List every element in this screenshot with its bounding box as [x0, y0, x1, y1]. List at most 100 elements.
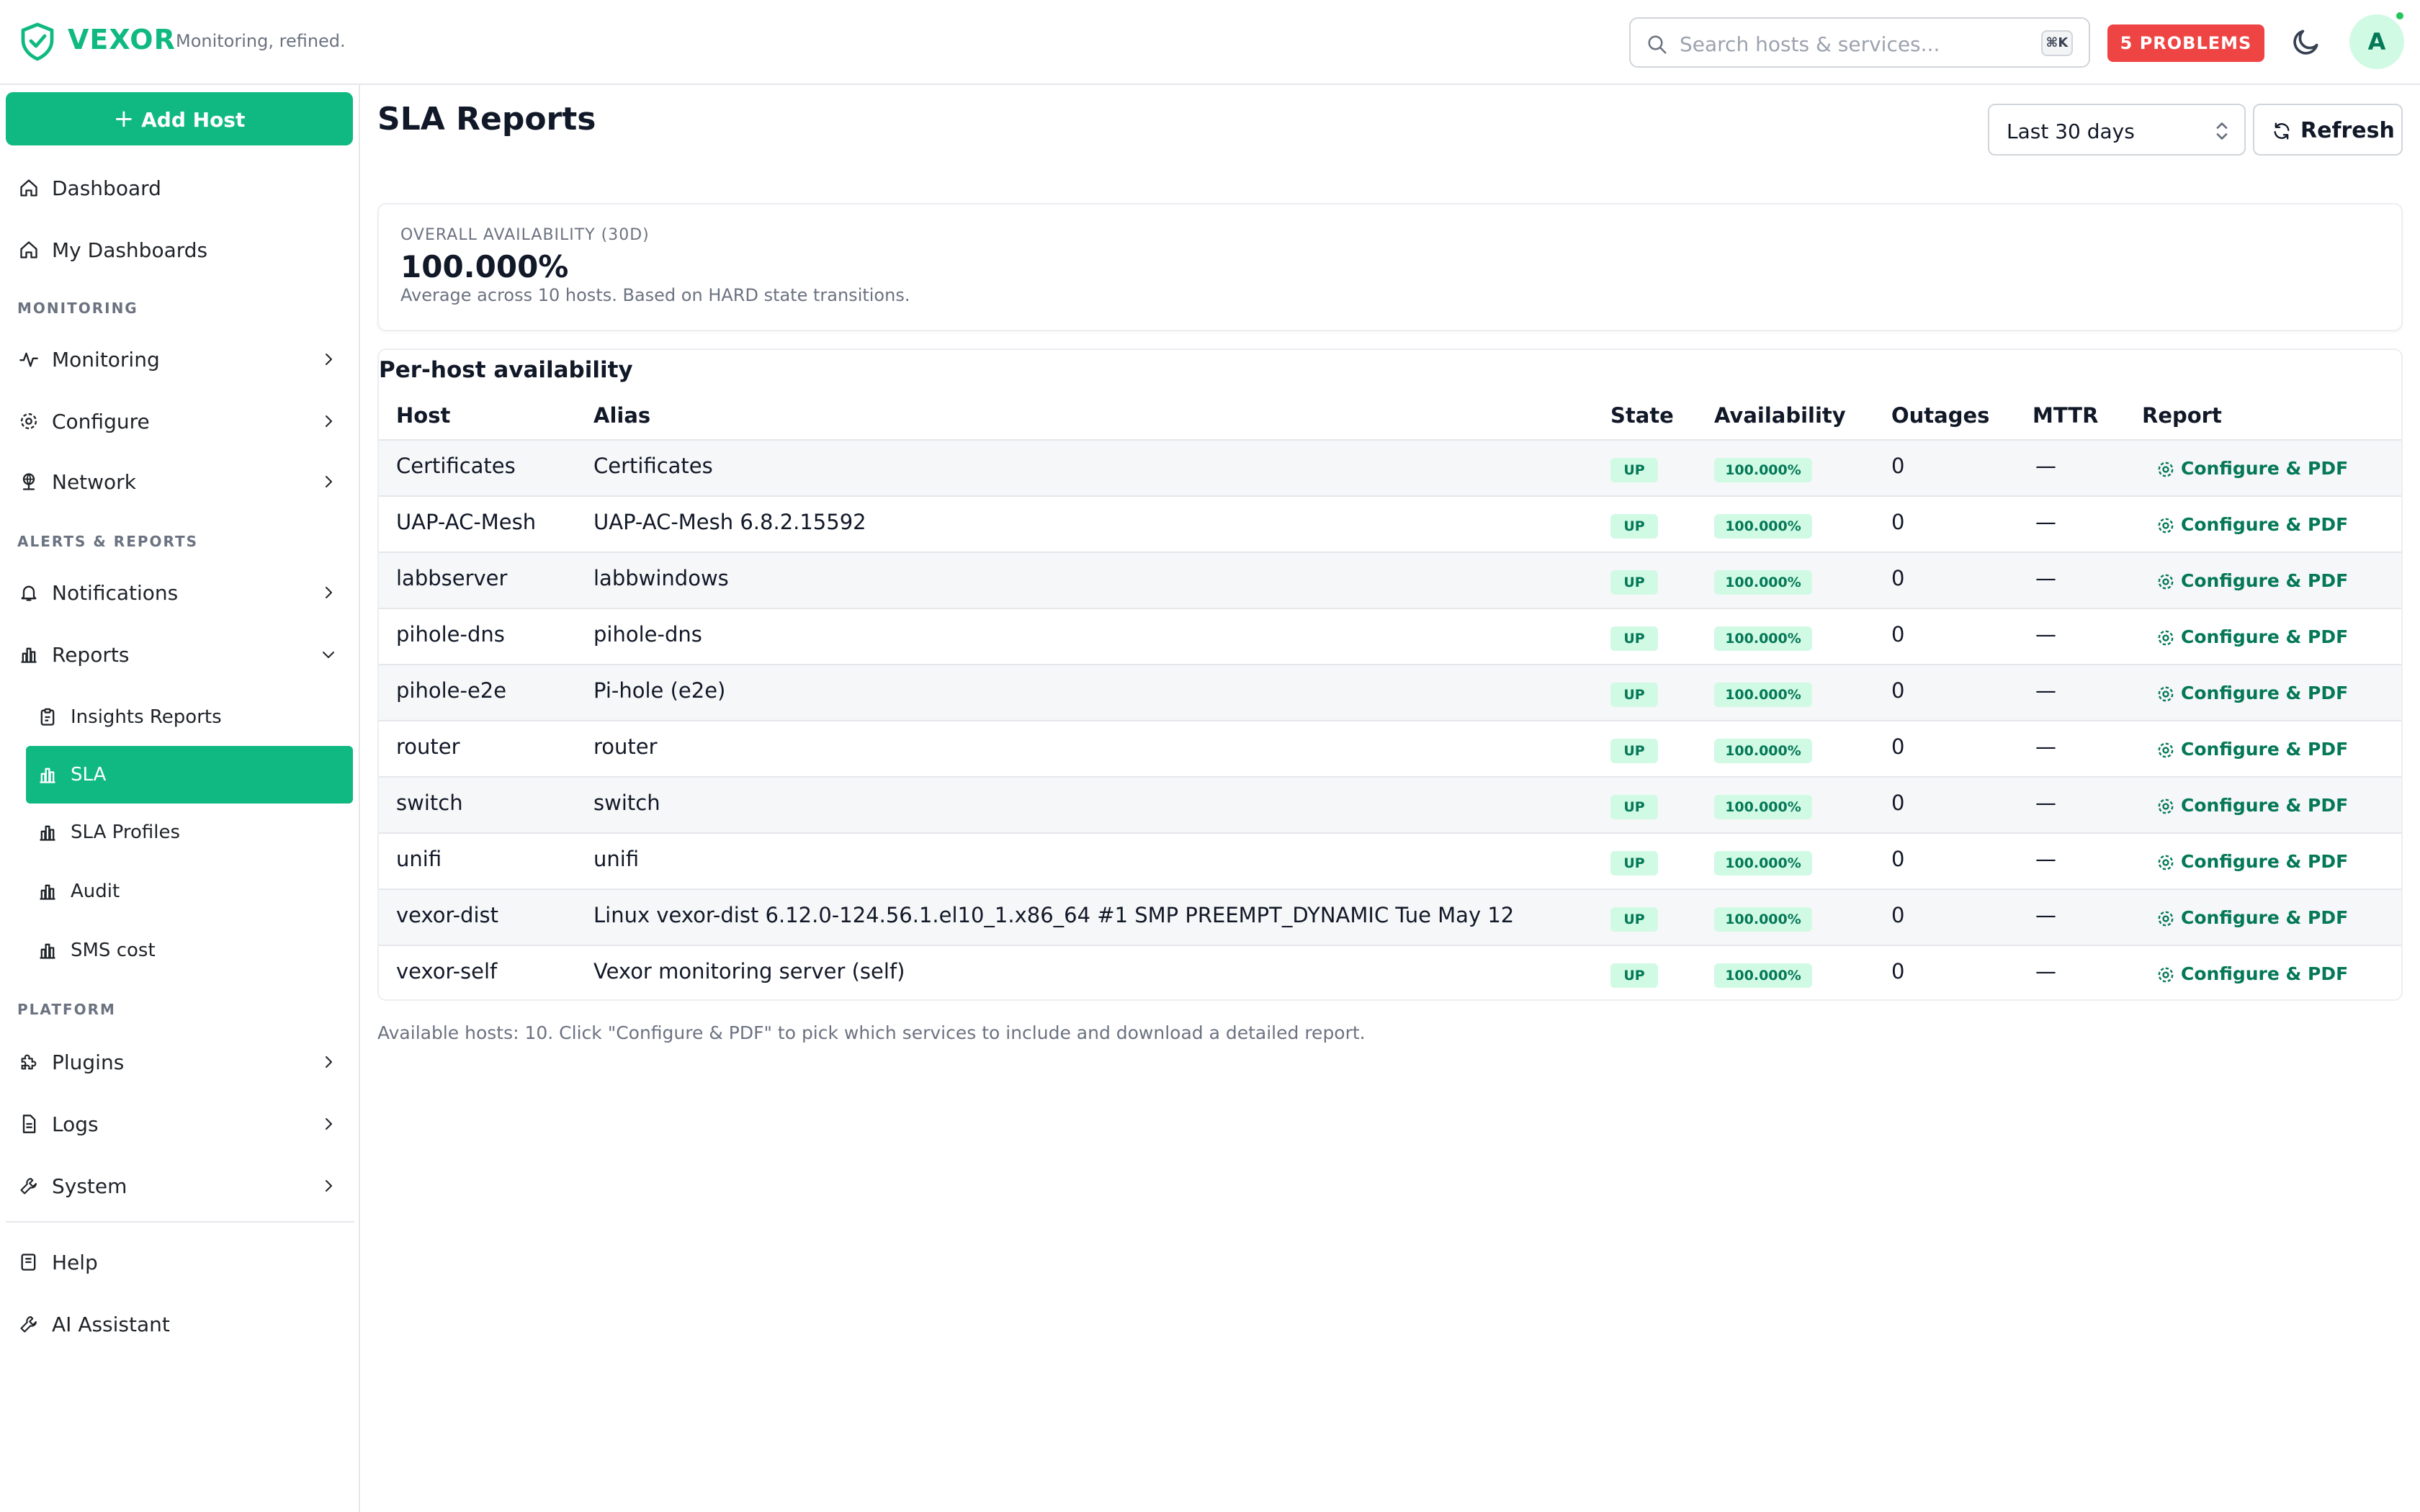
column-header-host[interactable]: Host — [396, 403, 450, 428]
shield-logo-icon[interactable] — [19, 22, 56, 62]
sidebar: + Add Host Dashboard My Dashboards MONITO… — [0, 85, 360, 1512]
table-row[interactable]: vexor-dist Linux vexor-dist 6.12.0-124.56… — [379, 890, 2401, 946]
add-host-button[interactable]: + Add Host — [6, 92, 353, 145]
sidebar-item-label: Notifications — [52, 581, 179, 605]
bell-icon — [21, 585, 37, 601]
sidebar-item-monitoring[interactable]: Monitoring — [6, 334, 353, 384]
sidebar-item-system[interactable]: System — [6, 1161, 353, 1211]
sidebar-subitem-label: SMS cost — [71, 940, 156, 961]
table-row[interactable]: UAP-AC-Mesh UAP-AC-Mesh 6.8.2.15592 UP 100.… — [379, 497, 2401, 553]
host-alias: Certificates — [593, 454, 713, 478]
clipboard-icon — [40, 708, 55, 726]
host-name[interactable]: pihole-dns — [396, 622, 505, 647]
sidebar-subitem-label: Insights Reports — [71, 706, 222, 728]
host-name[interactable]: Certificates — [396, 454, 516, 478]
date-range-value: Last 30 days — [2007, 120, 2135, 143]
sidebar-item-help[interactable]: Help — [6, 1237, 353, 1287]
sidebar-subitem-sms-cost[interactable]: SMS cost — [26, 922, 353, 979]
brand-name[interactable]: VEXOR — [68, 24, 176, 55]
sidebar-item-configure[interactable]: Configure — [6, 396, 353, 446]
sidebar-subitem-sla[interactable]: SLA — [26, 746, 353, 804]
sidebar-item-reports[interactable]: Reports — [6, 629, 353, 680]
mttr-value: — — [2035, 959, 2056, 984]
column-header-outages[interactable]: Outages — [1891, 403, 1989, 428]
availability-badge: 100.000% — [1714, 739, 1812, 763]
state-badge: UP — [1610, 795, 1658, 819]
bar-chart-icon — [40, 825, 55, 841]
date-range-select[interactable]: Last 30 days — [1988, 104, 2246, 156]
section-label-alerts-reports: ALERTS & REPORTS — [17, 533, 199, 550]
availability-badge: 100.000% — [1714, 458, 1812, 482]
moon-icon[interactable] — [2290, 26, 2322, 58]
host-name[interactable]: unifi — [396, 847, 442, 871]
plus-icon: + — [113, 104, 135, 133]
home-icon — [20, 179, 37, 197]
gear-icon — [2158, 462, 2174, 477]
sidebar-item-my-dashboards[interactable]: My Dashboards — [6, 225, 353, 275]
configure-pdf-label: Configure & PDF — [2181, 907, 2349, 928]
column-header-state[interactable]: State — [1610, 403, 1674, 428]
sidebar-item-plugins[interactable]: Plugins — [6, 1037, 353, 1087]
sidebar-item-dashboard[interactable]: Dashboard — [6, 163, 353, 213]
column-header-alias[interactable]: Alias — [593, 403, 650, 428]
table-row[interactable]: switch switch UP 100.000% 0 — Configure & PDF — [379, 778, 2401, 834]
sidebar-subitem-label: SLA — [71, 764, 107, 786]
section-label-monitoring: MONITORING — [17, 300, 138, 317]
mttr-value: — — [2035, 847, 2056, 871]
search-shortcut-hint: ⌘K — [2041, 30, 2073, 56]
host-name[interactable]: pihole-e2e — [396, 678, 506, 703]
host-name[interactable]: vexor-self — [396, 959, 497, 984]
sidebar-item-label: Reports — [52, 643, 130, 667]
host-name[interactable]: router — [396, 734, 460, 759]
table-row[interactable]: pihole-e2e Pi-hole (e2e) UP 100.000% 0 — Confi… — [379, 665, 2401, 721]
outages-count: 0 — [1891, 678, 1905, 703]
sidebar-item-label: AI Assistant — [52, 1313, 170, 1336]
search-input[interactable]: Search hosts & services... — [1680, 32, 1940, 56]
add-host-label: Add Host — [141, 108, 246, 132]
column-header-mttr[interactable]: MTTR — [2033, 403, 2098, 428]
sidebar-subitem-label: Audit — [71, 881, 120, 902]
host-name[interactable]: UAP-AC-Mesh — [396, 510, 536, 534]
bar-chart-icon — [21, 647, 37, 663]
state-badge: UP — [1610, 851, 1658, 876]
table-row[interactable]: unifi unifi UP 100.000% 0 — Configure & PDF — [379, 834, 2401, 890]
host-name[interactable]: vexor-dist — [396, 903, 498, 927]
outages-count: 0 — [1891, 847, 1905, 871]
gear-icon — [2158, 967, 2174, 983]
user-avatar[interactable]: A — [2349, 14, 2404, 69]
table-row[interactable]: vexor-self Vexor monitoring server (self)… — [379, 946, 2401, 999]
configure-pdf-label: Configure & PDF — [2181, 458, 2349, 479]
sidebar-subitem-audit[interactable]: Audit — [26, 863, 353, 920]
availability-badge: 100.000% — [1714, 795, 1812, 819]
table-row[interactable]: Certificates Certificates UP 100.000% 0 — Conf… — [379, 441, 2401, 497]
availability-badge: 100.000% — [1714, 963, 1812, 988]
state-badge: UP — [1610, 514, 1658, 539]
sidebar-item-notifications[interactable]: Notifications — [6, 567, 353, 618]
state-badge: UP — [1610, 626, 1658, 651]
sidebar-item-logs[interactable]: Logs — [6, 1099, 353, 1149]
per-host-availability-table: Per-host availability Host Alias State A… — [377, 348, 2403, 1001]
mttr-value: — — [2035, 734, 2056, 759]
sidebar-item-network[interactable]: Network — [6, 456, 353, 507]
table-row[interactable]: pihole-dns pihole-dns UP 100.000% 0 — Configur… — [379, 609, 2401, 665]
brand-tagline: Monitoring, refined. — [176, 31, 346, 51]
sidebar-item-label: Dashboard — [52, 176, 161, 200]
state-badge: UP — [1610, 963, 1658, 988]
wrench-icon — [20, 1178, 37, 1194]
column-header-availability[interactable]: Availability — [1714, 403, 1846, 428]
sidebar-subitem-sla-profiles[interactable]: SLA Profiles — [26, 804, 353, 861]
mttr-value: — — [2035, 903, 2056, 927]
refresh-button[interactable]: Refresh — [2253, 104, 2403, 156]
sidebar-subitem-insights-reports[interactable]: Insights Reports — [26, 688, 353, 746]
search-box[interactable]: Search hosts & services... ⌘K — [1629, 17, 2090, 68]
table-row[interactable]: router router UP 100.000% 0 — Configure & PDF — [379, 721, 2401, 778]
gear-icon — [20, 413, 37, 430]
table-row[interactable]: labbserver labbwindows UP 100.000% 0 — Configu… — [379, 553, 2401, 609]
host-name[interactable]: labbserver — [396, 566, 507, 590]
host-alias: Pi-hole (e2e) — [593, 678, 726, 703]
sidebar-item-ai-assistant[interactable]: AI Assistant — [6, 1299, 353, 1349]
refresh-label: Refresh — [2300, 118, 2395, 143]
problems-button[interactable]: 5 PROBLEMS — [2107, 24, 2264, 62]
puzzle-icon — [21, 1054, 37, 1070]
host-name[interactable]: switch — [396, 791, 463, 815]
